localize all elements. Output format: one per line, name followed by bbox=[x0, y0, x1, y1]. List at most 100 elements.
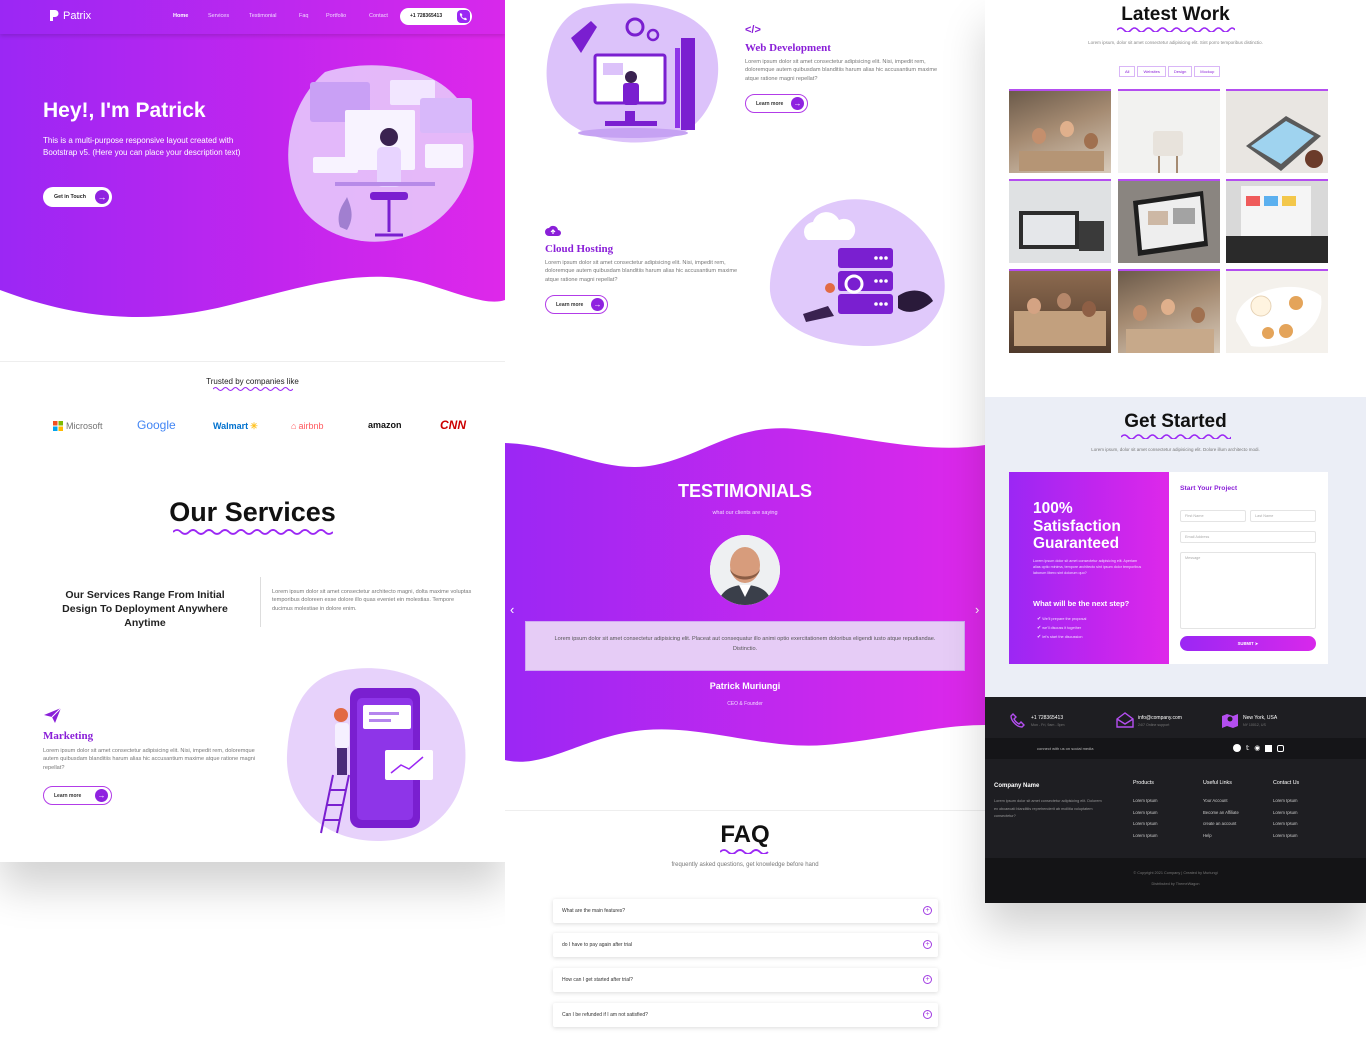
nav-services[interactable]: Services bbox=[208, 13, 229, 19]
portfolio-image[interactable] bbox=[1226, 89, 1328, 173]
nav-testimonial[interactable]: Testimonial bbox=[249, 13, 277, 19]
cloud-hosting-title: Cloud Hosting bbox=[545, 243, 614, 255]
contact-email-note: 24/7 Online support bbox=[1138, 723, 1170, 727]
carousel-next-button[interactable]: › bbox=[975, 602, 979, 617]
brand-logo[interactable]: Patrix bbox=[49, 9, 91, 22]
faq-item[interactable]: How can I get started after trial? + bbox=[553, 968, 938, 992]
linkedin-icon[interactable] bbox=[1265, 745, 1273, 752]
paper-plane-icon bbox=[43, 707, 62, 729]
portfolio-image[interactable] bbox=[1226, 269, 1328, 353]
get-in-touch-button[interactable]: Get in Touch → bbox=[43, 187, 112, 207]
last-name-field[interactable]: Last Name bbox=[1250, 510, 1316, 522]
footer-link[interactable]: Help bbox=[1203, 830, 1212, 842]
portfolio-image[interactable] bbox=[1226, 179, 1328, 263]
plus-icon: + bbox=[923, 906, 932, 915]
navbar: Patrix Home Services Testimonial Faq Por… bbox=[0, 0, 505, 34]
nav-phone-button[interactable]: +1 728365413 bbox=[400, 8, 472, 25]
plus-icon: + bbox=[923, 940, 932, 949]
contact-phone-hours: Mon - Fri, 9am - 5pm bbox=[1031, 723, 1065, 727]
contact-email[interactable]: info@company.com bbox=[1138, 715, 1182, 721]
github-icon[interactable]: ◉ bbox=[1254, 744, 1260, 752]
cloud-hosting-illustration bbox=[769, 199, 945, 346]
first-name-field[interactable]: First Name bbox=[1180, 510, 1246, 522]
cloud-hosting-learn-more-button[interactable]: Learn more → bbox=[545, 295, 608, 314]
landing-page-top: Patrix Home Services Testimonial Faq Por… bbox=[0, 0, 505, 862]
footer-link[interactable]: Become an Affiliate bbox=[1203, 807, 1239, 819]
nav-portfolio[interactable]: Portfolio bbox=[326, 13, 346, 19]
check-icon: ✔ bbox=[1037, 625, 1042, 631]
services-title: Our Services bbox=[0, 497, 505, 535]
portfolio-image[interactable] bbox=[1118, 179, 1220, 263]
portfolio-image[interactable] bbox=[1118, 89, 1220, 173]
squiggle-underline bbox=[212, 387, 293, 391]
divider bbox=[0, 361, 505, 362]
portfolio-image[interactable] bbox=[1009, 269, 1111, 353]
faq-item[interactable]: What are the main features? + bbox=[553, 899, 938, 923]
footer-link[interactable]: Your Account bbox=[1203, 795, 1228, 807]
trusted-title: Trusted by companies like bbox=[0, 377, 505, 391]
airbnb-logo: ⌂ airbnb bbox=[291, 421, 324, 431]
facebook-icon[interactable] bbox=[1233, 744, 1241, 752]
marketing-illustration bbox=[286, 668, 466, 842]
p-logo-icon bbox=[49, 9, 60, 22]
footer-bottom-bar bbox=[985, 858, 1366, 903]
cnn-logo: CNN bbox=[440, 418, 466, 432]
faq-item[interactable]: Can I be refunded if I am not satisfied?… bbox=[553, 1003, 938, 1027]
step-item: ✔ let's start the discussion bbox=[1037, 634, 1083, 640]
latest-work-subtitle: Lorem ipsum, dolor sit amet consectetur … bbox=[1088, 40, 1263, 45]
footer-link[interactable]: Lorem Ipsum bbox=[1273, 795, 1297, 807]
carousel-prev-button[interactable]: ‹ bbox=[510, 602, 514, 617]
footer-useful-links-title: Useful Links bbox=[1203, 780, 1232, 786]
arrow-right-icon: → bbox=[591, 298, 604, 311]
portfolio-filters: All Websites Design Mockup bbox=[1119, 66, 1221, 77]
avatar bbox=[710, 535, 780, 605]
developer-illustration bbox=[288, 65, 474, 242]
footer-link[interactable]: Lorem Ipsum bbox=[1273, 818, 1297, 830]
portfolio-image[interactable] bbox=[1118, 269, 1220, 353]
testimonials-title: TESTIMONIALS bbox=[678, 481, 812, 501]
footer-link[interactable]: Lorem Ipsum bbox=[1133, 807, 1157, 819]
footer-link[interactable]: Lorem Ipsum bbox=[1273, 830, 1297, 842]
squiggle-underline bbox=[720, 849, 769, 854]
testimonial-role: CEO & Founder bbox=[727, 701, 763, 707]
footer-company-text: Lorem ipsum dolor sit amet consectetur a… bbox=[994, 799, 1102, 818]
filter-mockup[interactable]: Mockup bbox=[1194, 66, 1221, 77]
amazon-logo: amazon bbox=[368, 420, 402, 430]
divider bbox=[505, 810, 985, 811]
footer-link[interactable]: Lorem Ipsum bbox=[1273, 807, 1297, 819]
twitter-icon[interactable]: 𝕥 bbox=[1246, 744, 1249, 752]
squiggle-underline bbox=[1116, 27, 1235, 32]
footer-link[interactable]: Lorem Ipsum bbox=[1133, 830, 1157, 842]
faq-item[interactable]: do I have to pay again after trial + bbox=[553, 933, 938, 957]
code-icon: </> bbox=[745, 24, 761, 36]
nav-faq[interactable]: Faq bbox=[299, 13, 308, 19]
portfolio-image[interactable] bbox=[1009, 89, 1111, 173]
brand-name: Patrix bbox=[63, 9, 92, 22]
footer-link[interactable]: create an account bbox=[1203, 818, 1236, 830]
message-field[interactable]: Message bbox=[1180, 552, 1316, 629]
nav-contact[interactable]: Contact bbox=[369, 13, 388, 19]
footer-link[interactable]: Lorem Ipsum bbox=[1133, 818, 1157, 830]
check-icon: ✔ bbox=[1037, 616, 1042, 622]
web-development-learn-more-button[interactable]: Learn more → bbox=[745, 94, 808, 113]
submit-button[interactable]: SUBMIT ➤ bbox=[1180, 636, 1316, 651]
filter-design[interactable]: Design bbox=[1167, 66, 1193, 77]
filter-all[interactable]: All bbox=[1119, 66, 1136, 77]
social-icons: 𝕥 ◉ bbox=[1233, 744, 1285, 752]
services-range-text: Our Services Range From Initial Design T… bbox=[62, 589, 228, 629]
marketing-learn-more-button[interactable]: Learn more → bbox=[43, 786, 112, 805]
social-text: connect with us on social media bbox=[1037, 746, 1094, 751]
send-icon: ➤ bbox=[1254, 641, 1259, 646]
footer-link[interactable]: Lorem Ipsum bbox=[1133, 795, 1157, 807]
arrow-right-icon: → bbox=[95, 789, 108, 802]
microsoft-logo: Microsoft bbox=[53, 421, 103, 431]
instagram-icon[interactable] bbox=[1277, 745, 1285, 752]
google-logo: Google bbox=[137, 418, 176, 432]
email-field[interactable]: Email Address bbox=[1180, 531, 1316, 543]
filter-websites[interactable]: Websites bbox=[1137, 66, 1166, 77]
web-development-title: Web Development bbox=[745, 42, 831, 54]
portfolio-image[interactable] bbox=[1009, 179, 1111, 263]
envelope-icon bbox=[1116, 712, 1134, 733]
phone-icon bbox=[1010, 712, 1026, 733]
nav-home[interactable]: Home bbox=[173, 13, 188, 19]
